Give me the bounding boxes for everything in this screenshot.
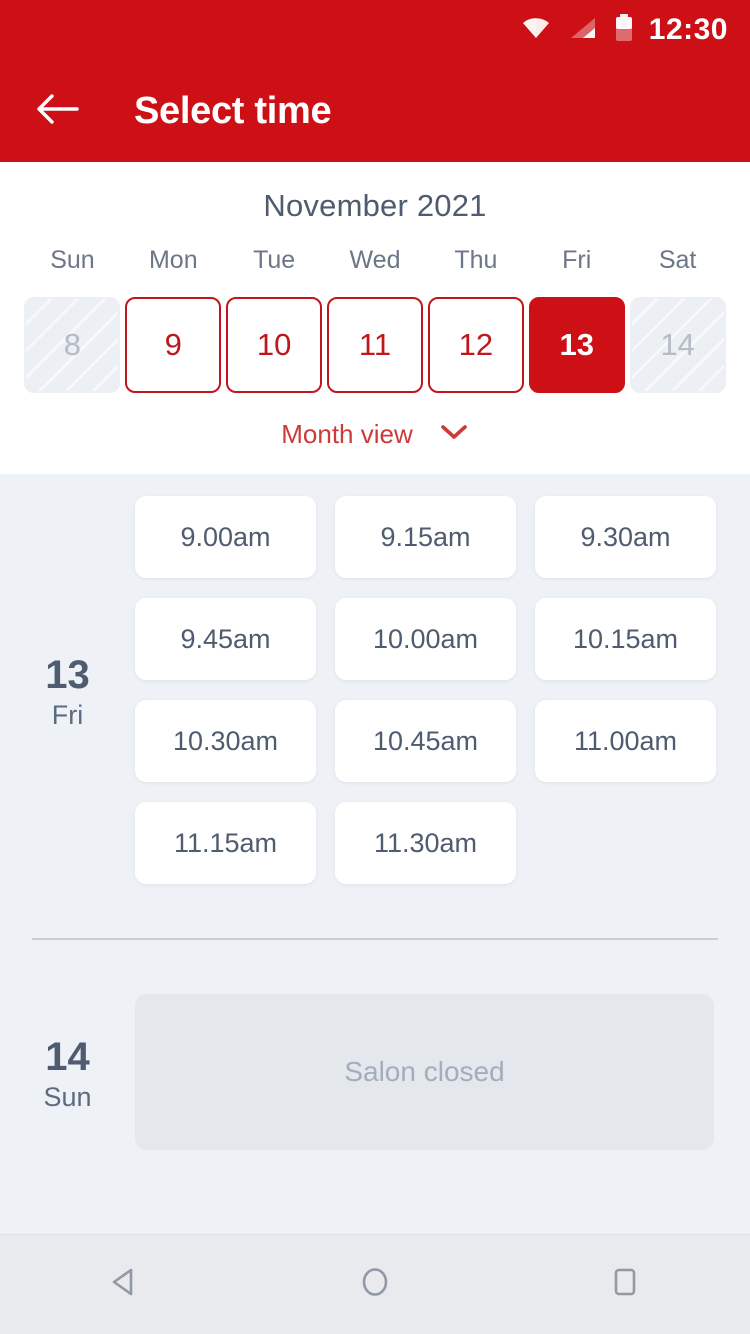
schedule-day-14: 14 Sun Salon closed: [0, 994, 750, 1150]
weekday-label-mon: Mon: [148, 246, 198, 274]
weekday-label-fri: Fri: [562, 246, 592, 274]
date-cell-9[interactable]: 9: [125, 297, 222, 393]
time-slot[interactable]: 10.00am: [335, 598, 516, 680]
battery-icon: [615, 13, 633, 47]
signal-icon: [569, 16, 597, 45]
date-cell-14: 14: [629, 297, 726, 393]
home-nav-icon: [355, 1262, 395, 1307]
nav-recents-button[interactable]: [570, 1235, 680, 1334]
date-strip: 8 9 10 11 12 13 14: [0, 297, 750, 393]
month-title: November 2021: [263, 188, 487, 223]
arrow-left-icon: [35, 92, 79, 131]
salon-closed-card: Salon closed: [135, 994, 714, 1150]
nav-home-button[interactable]: [320, 1235, 430, 1334]
day-number: 13: [45, 653, 90, 698]
weekday-label-sun: Sun: [50, 246, 95, 274]
month-view-toggle[interactable]: Month view: [0, 393, 750, 464]
app-bar: Select time: [0, 60, 750, 162]
wifi-icon: [521, 16, 551, 45]
back-button[interactable]: [30, 84, 84, 138]
back-nav-icon: [105, 1262, 145, 1307]
date-cell-12[interactable]: 12: [427, 297, 524, 393]
time-slot[interactable]: 10.30am: [135, 700, 316, 782]
system-nav-bar: [0, 1234, 750, 1334]
section-divider: [32, 938, 718, 940]
schedule-area: 13 Fri 9.00am 9.15am 9.30am 9.45am 10.00…: [0, 474, 750, 1234]
time-slot[interactable]: 9.15am: [335, 496, 516, 578]
day-number: 14: [45, 1035, 90, 1080]
weekday-label-wed: Wed: [349, 246, 401, 274]
time-slot[interactable]: 10.45am: [335, 700, 516, 782]
chevron-down-icon: [439, 423, 469, 446]
time-slot[interactable]: 11.30am: [335, 802, 516, 884]
weekday-label-tue: Tue: [253, 246, 296, 274]
page-title: Select time: [134, 89, 332, 132]
month-view-label: Month view: [281, 419, 413, 449]
recents-nav-icon: [605, 1262, 645, 1307]
schedule-day-13: 13 Fri 9.00am 9.15am 9.30am 9.45am 10.00…: [0, 496, 750, 884]
day-label-13: 13 Fri: [0, 496, 135, 884]
day-label-14: 14 Sun: [0, 994, 135, 1150]
weekday-label-thu: Thu: [454, 246, 498, 274]
time-slot[interactable]: 11.00am: [535, 700, 716, 782]
time-slot[interactable]: 10.15am: [535, 598, 716, 680]
phone-screen: 12:30 Select time November 2021 Sun Mon …: [0, 0, 750, 1334]
time-slot[interactable]: 9.30am: [535, 496, 716, 578]
time-slot[interactable]: 9.00am: [135, 496, 316, 578]
day-of-week: Sun: [43, 1082, 92, 1113]
status-time: 12:30: [648, 13, 728, 46]
status-icons: [521, 13, 633, 47]
calendar-panel: November 2021 Sun Mon Tue Wed Thu Fri Sa…: [0, 162, 750, 474]
date-cell-10[interactable]: 10: [226, 297, 323, 393]
date-cell-13[interactable]: 13: [528, 297, 625, 393]
time-slot-grid: 9.00am 9.15am 9.30am 9.45am 10.00am 10.1…: [135, 496, 718, 884]
date-cell-8: 8: [24, 297, 121, 393]
weekday-header-row: Sun Mon Tue Wed Thu Fri Sat: [0, 246, 750, 297]
weekday-label-sat: Sat: [658, 246, 697, 274]
day-of-week: Fri: [51, 700, 84, 731]
nav-back-button[interactable]: [70, 1235, 180, 1334]
status-bar: 12:30: [0, 0, 750, 60]
time-slot[interactable]: 9.45am: [135, 598, 316, 680]
time-slot[interactable]: 11.15am: [135, 802, 316, 884]
date-cell-11[interactable]: 11: [327, 297, 423, 393]
